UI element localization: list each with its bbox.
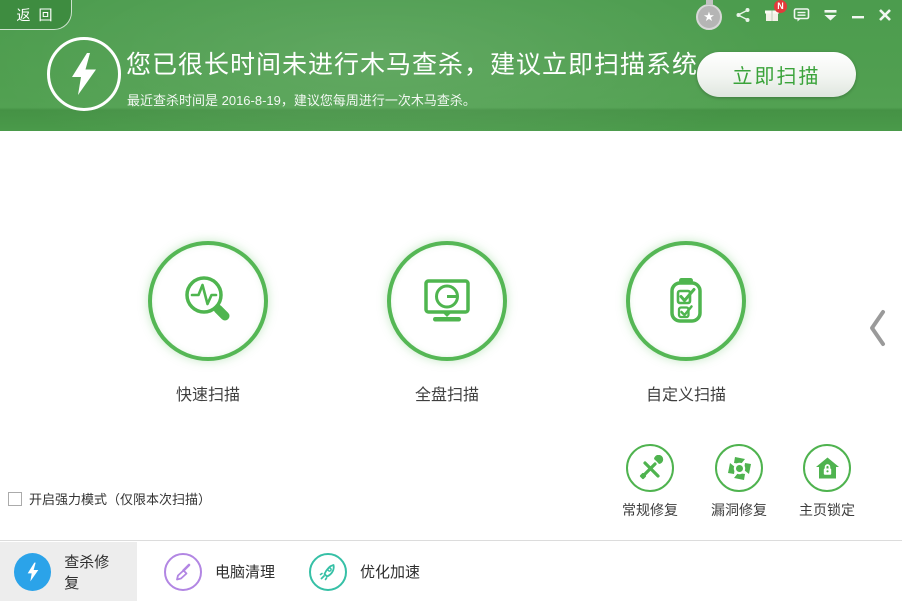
tab-scan-repair[interactable]: 查杀修复	[0, 542, 137, 601]
minimize-icon[interactable]	[851, 8, 865, 22]
homepage-lock-label: 主页锁定	[787, 500, 867, 520]
medal-icon[interactable]: ★	[696, 4, 722, 30]
titlebar-icons: ★ N	[696, 0, 892, 30]
quick-scan-button[interactable]: 快速扫描	[148, 241, 268, 405]
custom-scan-icon	[626, 241, 746, 361]
strong-mode-label: 开启强力模式（仅限本次扫描）	[29, 489, 211, 508]
strong-mode-checkbox-row[interactable]: 开启强力模式（仅限本次扫描）	[8, 489, 211, 508]
vulnerability-repair-button[interactable]: 漏洞修复	[699, 444, 779, 520]
strong-mode-checkbox[interactable]	[8, 492, 22, 506]
brush-icon	[164, 553, 202, 591]
tab-optimize-speedup-label: 优化加速	[360, 561, 420, 582]
quick-scan-label: 快速扫描	[148, 381, 268, 405]
main-menu-icon[interactable]	[823, 8, 838, 22]
lightning-tab-icon	[14, 553, 51, 591]
rocket-icon	[309, 553, 347, 591]
antivirus-scan-window: 返回 ★ N	[0, 0, 902, 601]
tab-optimize-speedup[interactable]: 优化加速	[295, 542, 440, 601]
message-icon[interactable]	[793, 7, 810, 23]
banner-title: 您已很长时间未进行木马查杀，建议立即扫描系统	[126, 45, 698, 81]
lightning-badge-icon	[47, 37, 121, 111]
tab-scan-repair-label: 查杀修复	[64, 551, 123, 593]
vulnerability-repair-label: 漏洞修复	[699, 500, 779, 520]
back-button[interactable]: 返回	[0, 0, 72, 30]
medal-star: ★	[703, 6, 715, 28]
header-banner: 返回 ★ N	[0, 0, 902, 131]
full-scan-icon	[387, 241, 507, 361]
back-button-label: 返回	[17, 5, 61, 25]
bottom-tab-bar: 查杀修复 电脑清理 优化加速	[0, 540, 902, 601]
gift-icon[interactable]: N	[764, 7, 780, 23]
general-repair-label: 常规修复	[610, 500, 690, 520]
general-repair-button[interactable]: 常规修复	[610, 444, 690, 520]
pinwheel-icon	[715, 444, 763, 492]
tab-pc-cleanup[interactable]: 电脑清理	[150, 542, 295, 601]
homepage-lock-button[interactable]: 主页锁定	[787, 444, 867, 520]
quick-scan-icon	[148, 241, 268, 361]
notification-badge: N	[774, 0, 787, 13]
scan-now-button[interactable]: 立即扫描	[697, 52, 856, 97]
collapse-panel-chevron[interactable]	[866, 306, 888, 350]
full-scan-button[interactable]: 全盘扫描	[387, 241, 507, 405]
share-icon[interactable]	[735, 7, 751, 23]
house-lock-icon	[803, 444, 851, 492]
tab-pc-cleanup-label: 电脑清理	[215, 561, 275, 582]
close-icon[interactable]	[878, 8, 892, 22]
banner-subtitle: 最近查杀时间是 2016-8-19，建议您每周进行一次木马查杀。	[127, 90, 476, 109]
custom-scan-button[interactable]: 自定义扫描	[626, 241, 746, 405]
full-scan-label: 全盘扫描	[387, 381, 507, 405]
tools-icon	[626, 444, 674, 492]
custom-scan-label: 自定义扫描	[626, 381, 746, 405]
